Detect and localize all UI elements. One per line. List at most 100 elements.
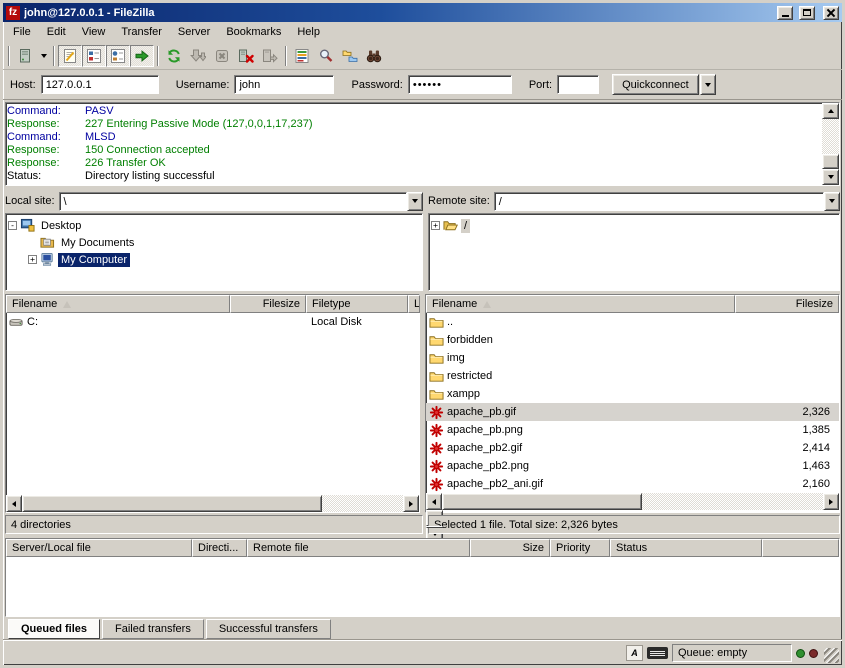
reconnect-button[interactable]: [258, 45, 282, 67]
remote-site-value[interactable]: /: [494, 192, 824, 211]
directory-listing-button[interactable]: [290, 45, 314, 67]
local-horizontal-scrollbar[interactable]: [6, 495, 419, 512]
toolbar: [3, 42, 842, 70]
queue-list-area[interactable]: [6, 557, 839, 616]
file-row[interactable]: restricted: [426, 367, 839, 385]
disconnect-button[interactable]: [234, 45, 258, 67]
column-header-priority[interactable]: Priority: [550, 539, 610, 557]
scroll-right-button[interactable]: [823, 493, 839, 510]
scroll-track[interactable]: [442, 493, 823, 510]
column-header-filename[interactable]: Filename: [6, 295, 230, 313]
tree-item-my-computer[interactable]: + My Computer: [8, 251, 420, 268]
column-header-filename[interactable]: Filename: [426, 295, 735, 313]
column-header-filetype[interactable]: Filetype: [306, 295, 408, 313]
refresh-button[interactable]: [162, 45, 186, 67]
file-row-c-drive[interactable]: C: Local Disk: [6, 313, 419, 331]
selected-tree-label[interactable]: My Computer: [58, 253, 130, 267]
site-manager-button[interactable]: [13, 45, 37, 67]
menu-bookmarks[interactable]: Bookmarks: [218, 23, 289, 41]
collapse-expander-icon[interactable]: -: [8, 221, 17, 230]
column-header-size[interactable]: Size: [470, 539, 550, 557]
close-button[interactable]: [823, 6, 839, 20]
menu-view[interactable]: View: [74, 23, 114, 41]
menu-edit[interactable]: Edit: [39, 23, 74, 41]
scroll-thumb[interactable]: [442, 493, 642, 510]
port-input[interactable]: [557, 75, 599, 94]
tree-item-my-documents[interactable]: My Documents: [8, 234, 420, 251]
remote-tree-pane: Remote site: / + /: [428, 191, 840, 291]
scroll-track[interactable]: [822, 119, 839, 169]
local-site-combo[interactable]: \: [59, 192, 423, 211]
quickconnect-button[interactable]: Quickconnect: [612, 74, 699, 95]
file-row[interactable]: forbidden: [426, 331, 839, 349]
scroll-thumb[interactable]: [822, 154, 839, 169]
remote-status-text: Selected 1 file. Total size: 2,326 bytes: [428, 515, 840, 534]
column-header-filesize[interactable]: Filesize: [735, 295, 839, 313]
speed-limits-icon[interactable]: [647, 647, 668, 659]
file-row[interactable]: apache_pb.png1,385: [426, 421, 839, 439]
tab-successful-transfers[interactable]: Successful transfers: [206, 619, 331, 639]
scroll-left-button[interactable]: [6, 495, 22, 512]
scroll-left-button[interactable]: [426, 493, 442, 510]
file-row-selected[interactable]: apache_pb.gif2,326: [426, 403, 839, 421]
local-site-value[interactable]: \: [59, 192, 407, 211]
process-queue-button[interactable]: [186, 45, 210, 67]
expand-expander-icon[interactable]: +: [28, 255, 37, 264]
column-header-status[interactable]: Status: [610, 539, 762, 557]
maximize-button[interactable]: [799, 6, 815, 20]
scroll-thumb[interactable]: [426, 526, 443, 528]
file-row[interactable]: apache_pb2.gif2,414: [426, 439, 839, 457]
remote-site-combo[interactable]: /: [494, 192, 840, 211]
column-header-remote-file[interactable]: Remote file: [247, 539, 470, 557]
remote-site-dropdown-button[interactable]: [824, 192, 840, 211]
remote-horizontal-scrollbar[interactable]: [426, 493, 839, 510]
folder-icon: [429, 369, 444, 384]
desktop-icon: [20, 218, 35, 233]
tab-queued-files[interactable]: Queued files: [8, 619, 100, 639]
menu-help[interactable]: Help: [289, 23, 328, 41]
host-input[interactable]: 127.0.0.1: [41, 75, 159, 94]
column-header-server-local-file[interactable]: Server/Local file: [6, 539, 192, 557]
tree-item-desktop[interactable]: - Desktop: [8, 217, 420, 234]
column-header-filesize[interactable]: Filesize: [230, 295, 306, 313]
password-input[interactable]: ••••••: [408, 75, 512, 94]
scroll-up-button[interactable]: [822, 103, 839, 119]
scroll-down-button[interactable]: [822, 169, 839, 185]
username-input[interactable]: john: [234, 75, 334, 94]
selected-tree-label[interactable]: /: [461, 219, 470, 233]
column-header-last-modified[interactable]: L: [408, 295, 420, 313]
scroll-thumb[interactable]: [22, 495, 322, 512]
menu-server[interactable]: Server: [170, 23, 218, 41]
menu-transfer[interactable]: Transfer: [113, 23, 170, 41]
site-manager-dropdown-button[interactable]: [37, 45, 50, 67]
file-row[interactable]: apache_pb2_ani.gif2,160: [426, 475, 839, 493]
data-type-indicator-icon[interactable]: A: [626, 645, 643, 661]
menu-file[interactable]: File: [5, 23, 39, 41]
filename-filters-button[interactable]: [314, 45, 338, 67]
minimize-button[interactable]: [777, 6, 793, 20]
log-line: Command:MLSD: [7, 131, 821, 144]
filezilla-window: fz john@127.0.0.1 - FileZilla File Edit …: [0, 0, 845, 668]
toggle-transfer-queue-button[interactable]: [130, 45, 154, 67]
expand-expander-icon[interactable]: +: [431, 221, 440, 230]
find-files-button[interactable]: [362, 45, 386, 67]
toggle-message-log-button[interactable]: [58, 45, 82, 67]
cancel-operation-button[interactable]: [210, 45, 234, 67]
log-vertical-scrollbar[interactable]: [822, 103, 839, 185]
toggle-local-tree-button[interactable]: [82, 45, 106, 67]
tab-failed-transfers[interactable]: Failed transfers: [102, 619, 204, 639]
file-row[interactable]: img: [426, 349, 839, 367]
file-row[interactable]: apache_pb2.png1,463: [426, 457, 839, 475]
resize-grip[interactable]: [824, 648, 839, 663]
quickconnect-dropdown-button[interactable]: [700, 74, 716, 95]
toggle-remote-tree-button[interactable]: [106, 45, 130, 67]
column-header-direction[interactable]: Directi...: [192, 539, 247, 557]
file-row[interactable]: xampp: [426, 385, 839, 403]
tree-item-root[interactable]: + /: [431, 217, 837, 234]
directory-comparison-button[interactable]: [338, 45, 362, 67]
title-bar: fz john@127.0.0.1 - FileZilla: [3, 3, 842, 22]
scroll-track[interactable]: [22, 495, 403, 512]
scroll-right-button[interactable]: [403, 495, 419, 512]
local-site-dropdown-button[interactable]: [407, 192, 423, 211]
file-row[interactable]: ..: [426, 313, 839, 331]
